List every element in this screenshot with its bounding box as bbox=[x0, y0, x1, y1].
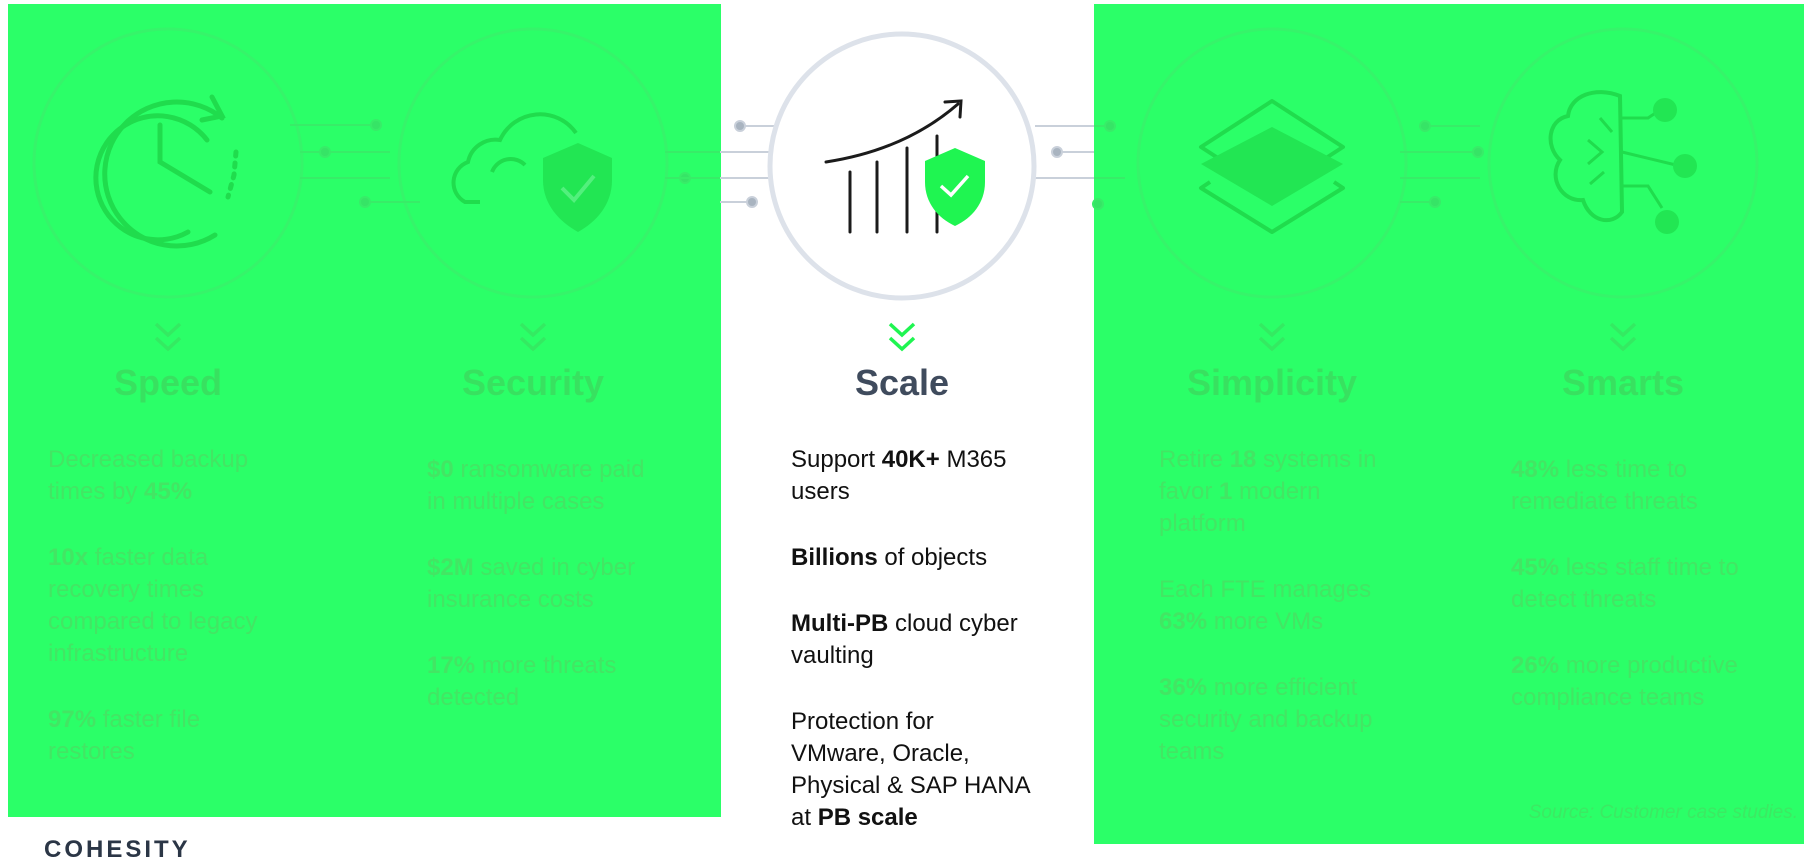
stat-item: Support 40K+ M365 users bbox=[791, 446, 1007, 505]
speed-stats: Decreased backup times by 45% 10x faster… bbox=[48, 444, 273, 802]
stat-item: $0 ransomware paid in multiple cases bbox=[427, 456, 645, 515]
card-heading: Security bbox=[461, 362, 605, 403]
chevron-down-icon bbox=[1258, 322, 1286, 352]
stat-item: 97% faster file restores bbox=[48, 706, 201, 765]
card-heading: Scale bbox=[854, 362, 950, 403]
chevron-down-icon bbox=[888, 322, 916, 352]
security-stats: $0 ransomware paid in multiple cases $2M… bbox=[427, 454, 652, 748]
stat-item: 36% more efficient security and backup t… bbox=[1159, 674, 1373, 765]
chevron-down-icon bbox=[1609, 322, 1637, 352]
stat-item: 10x faster data recovery times compared … bbox=[48, 544, 258, 667]
clock-refresh-icon bbox=[93, 94, 239, 249]
cloud-shield-icon bbox=[451, 112, 612, 232]
scale-stats: Support 40K+ M365 users Billions of obje… bbox=[791, 444, 1031, 868]
stat-item: Decreased backup times by 45% bbox=[48, 446, 249, 505]
chevron-down-icon bbox=[519, 322, 547, 352]
company-logo: COHESITY bbox=[44, 836, 191, 863]
card-heading: Smarts bbox=[1561, 362, 1685, 403]
chevron-down-icon bbox=[154, 322, 182, 352]
security-icon-circle bbox=[397, 27, 669, 299]
stat-item: Each FTE manages 63% more VMs bbox=[1159, 576, 1372, 635]
stat-item: $2M saved in cyber insurance costs bbox=[427, 554, 636, 613]
stat-item: 45% less staff time to detect threats bbox=[1511, 554, 1739, 613]
stat-item: 17% more threats detected bbox=[427, 652, 617, 711]
stat-item: Protection for VMware, Oracle, Physical … bbox=[791, 708, 1030, 831]
stat-item: 48% less time to remediate threats bbox=[1511, 456, 1698, 515]
speed-icon-circle bbox=[32, 27, 304, 299]
card-heading: Speed bbox=[113, 362, 223, 403]
stat-item: Billions of objects bbox=[791, 544, 988, 571]
stat-item: Multi-PB cloud cyber vaulting bbox=[791, 610, 1018, 669]
source-note: Source: Customer case studies. bbox=[1528, 802, 1798, 823]
card-heading: Simplicity bbox=[1186, 362, 1358, 403]
simplicity-stats: Retire 18 systems in favor 1 modern plat… bbox=[1159, 444, 1389, 802]
growth-chart-shield-icon bbox=[767, 31, 1037, 301]
brain-circuit-icon bbox=[1548, 90, 1697, 234]
stat-item: 26% more productive compliance teams bbox=[1511, 652, 1738, 711]
layers-icon bbox=[1199, 99, 1345, 234]
smarts-stats: 48% less time to remediate threats 45% l… bbox=[1511, 454, 1746, 748]
stat-item: Retire 18 systems in favor 1 modern plat… bbox=[1159, 446, 1377, 537]
